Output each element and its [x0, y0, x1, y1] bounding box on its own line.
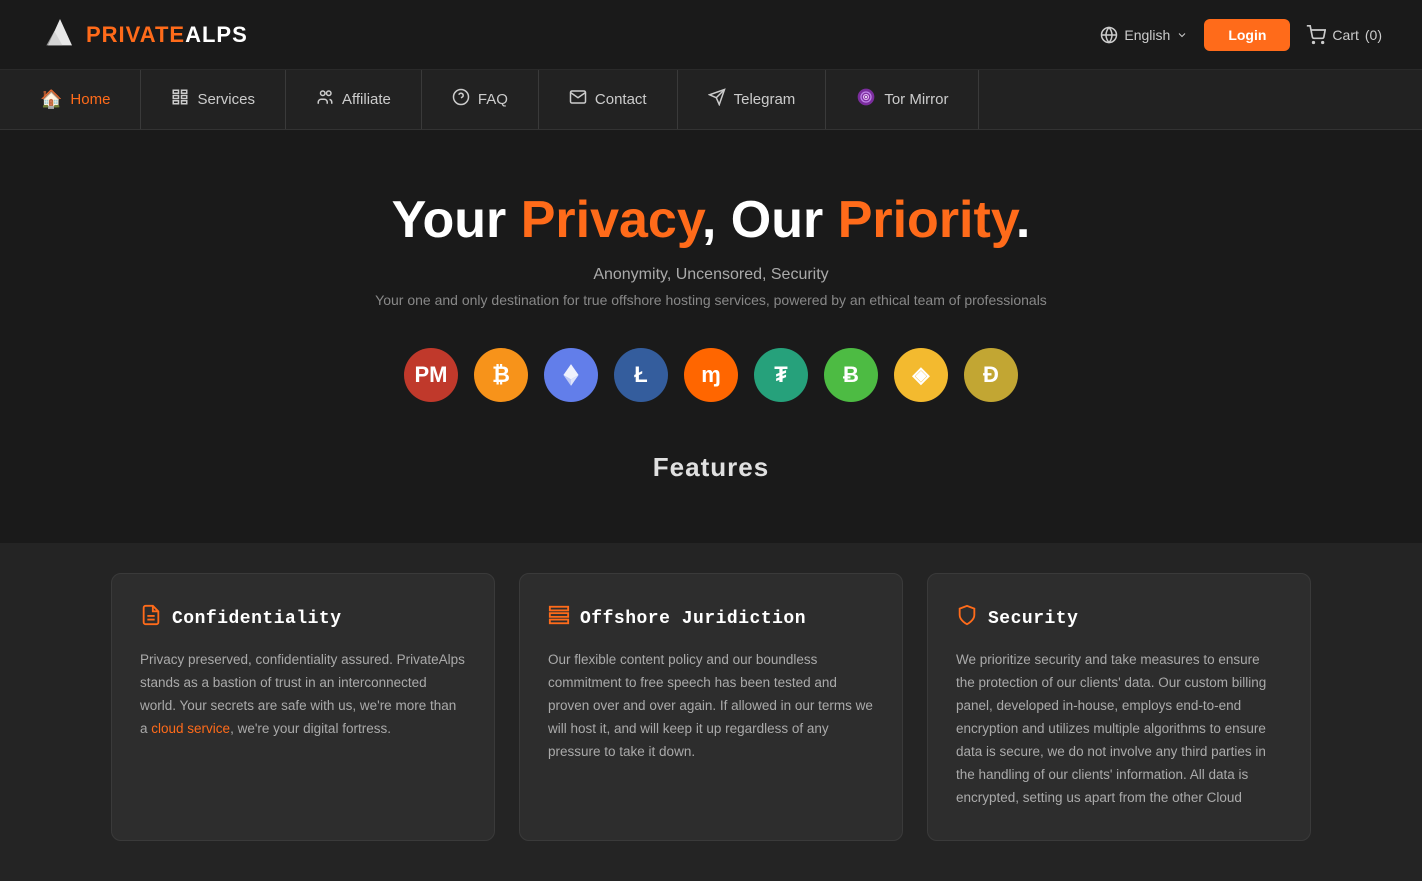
affiliate-icon — [316, 88, 334, 111]
security-text: We prioritize security and take measures… — [956, 649, 1282, 810]
feature-card-security: Security We prioritize security and take… — [927, 573, 1311, 841]
hero-description: Your one and only destination for true o… — [20, 292, 1402, 308]
crypto-pm-icon[interactable]: PM — [404, 348, 458, 402]
nav-label-faq: FAQ — [478, 91, 508, 108]
feature-card-offshore: Offshore Juridiction Our flexible conten… — [519, 573, 903, 841]
nav-item-tor-mirror[interactable]: Tor Mirror — [826, 70, 979, 129]
features-grid: Confidentiality Privacy preserved, confi… — [111, 573, 1311, 841]
security-icon — [956, 604, 978, 633]
offshore-text: Our flexible content policy and our boun… — [548, 649, 874, 764]
nav-item-faq[interactable]: FAQ — [422, 70, 539, 129]
crypto-bch-icon[interactable]: Ƀ — [824, 348, 878, 402]
logo[interactable]: PRIVATEALPS — [40, 15, 248, 55]
nav-label-affiliate: Affiliate — [342, 91, 391, 108]
cart-area[interactable]: Cart (0) — [1306, 25, 1382, 45]
crypto-eth-icon[interactable] — [544, 348, 598, 402]
nav-label-contact: Contact — [595, 91, 647, 108]
home-icon: 🏠 — [40, 89, 62, 110]
offshore-icon — [548, 604, 570, 633]
offshore-title: Offshore Juridiction — [548, 604, 874, 633]
language-label: English — [1124, 27, 1170, 43]
header-right: English Login Cart (0) — [1100, 19, 1382, 51]
language-selector[interactable]: English — [1100, 26, 1188, 44]
confidentiality-icon — [140, 604, 162, 633]
cart-count: (0) — [1365, 27, 1382, 43]
nav-label-tor-mirror: Tor Mirror — [884, 91, 948, 108]
contact-icon — [569, 88, 587, 111]
crypto-row: PM ₿ Ł ɱ ₮ Ƀ ◈ Ð — [20, 348, 1402, 402]
crypto-btc-icon[interactable]: ₿ — [474, 348, 528, 402]
logo-mountain-icon — [40, 15, 80, 55]
logo-text: PRIVATEALPS — [86, 22, 248, 48]
cloud-service-link[interactable]: cloud service — [151, 721, 230, 736]
hero-subtitle: Anonymity, Uncensored, Security — [20, 266, 1402, 284]
hero-title: Your Privacy, Our Priority. — [20, 190, 1402, 250]
feature-card-confidentiality: Confidentiality Privacy preserved, confi… — [111, 573, 495, 841]
features-title: Features — [20, 452, 1402, 503]
nav-item-affiliate[interactable]: Affiliate — [286, 70, 422, 129]
navbar: 🏠 Home Services Affiliate FAQ Contact Te… — [0, 70, 1422, 130]
crypto-doge-icon[interactable]: Ð — [964, 348, 1018, 402]
header: PRIVATEALPS English Login Cart (0) — [0, 0, 1422, 70]
nav-label-services: Services — [197, 91, 255, 108]
crypto-bnb-icon[interactable]: ◈ — [894, 348, 948, 402]
cart-icon — [1306, 25, 1326, 45]
faq-icon — [452, 88, 470, 111]
login-button[interactable]: Login — [1204, 19, 1290, 51]
telegram-icon — [708, 88, 726, 111]
nav-label-home: Home — [70, 91, 110, 108]
nav-item-home[interactable]: 🏠 Home — [30, 70, 141, 129]
crypto-usdt-icon[interactable]: ₮ — [754, 348, 808, 402]
crypto-xmr-icon[interactable]: ɱ — [684, 348, 738, 402]
confidentiality-title: Confidentiality — [140, 604, 466, 633]
confidentiality-text: Privacy preserved, confidentiality assur… — [140, 649, 466, 741]
globe-icon — [1100, 26, 1118, 44]
features-section: Confidentiality Privacy preserved, confi… — [0, 543, 1422, 881]
chevron-down-icon — [1176, 29, 1188, 41]
nav-item-contact[interactable]: Contact — [539, 70, 678, 129]
tor-icon — [856, 87, 876, 112]
security-title: Security — [956, 604, 1282, 633]
services-icon — [171, 88, 189, 111]
nav-item-telegram[interactable]: Telegram — [678, 70, 827, 129]
nav-label-telegram: Telegram — [734, 91, 796, 108]
hero-section: Your Privacy, Our Priority. Anonymity, U… — [0, 130, 1422, 543]
cart-label: Cart — [1332, 27, 1358, 43]
crypto-ltc-icon[interactable]: Ł — [614, 348, 668, 402]
nav-item-services[interactable]: Services — [141, 70, 286, 129]
